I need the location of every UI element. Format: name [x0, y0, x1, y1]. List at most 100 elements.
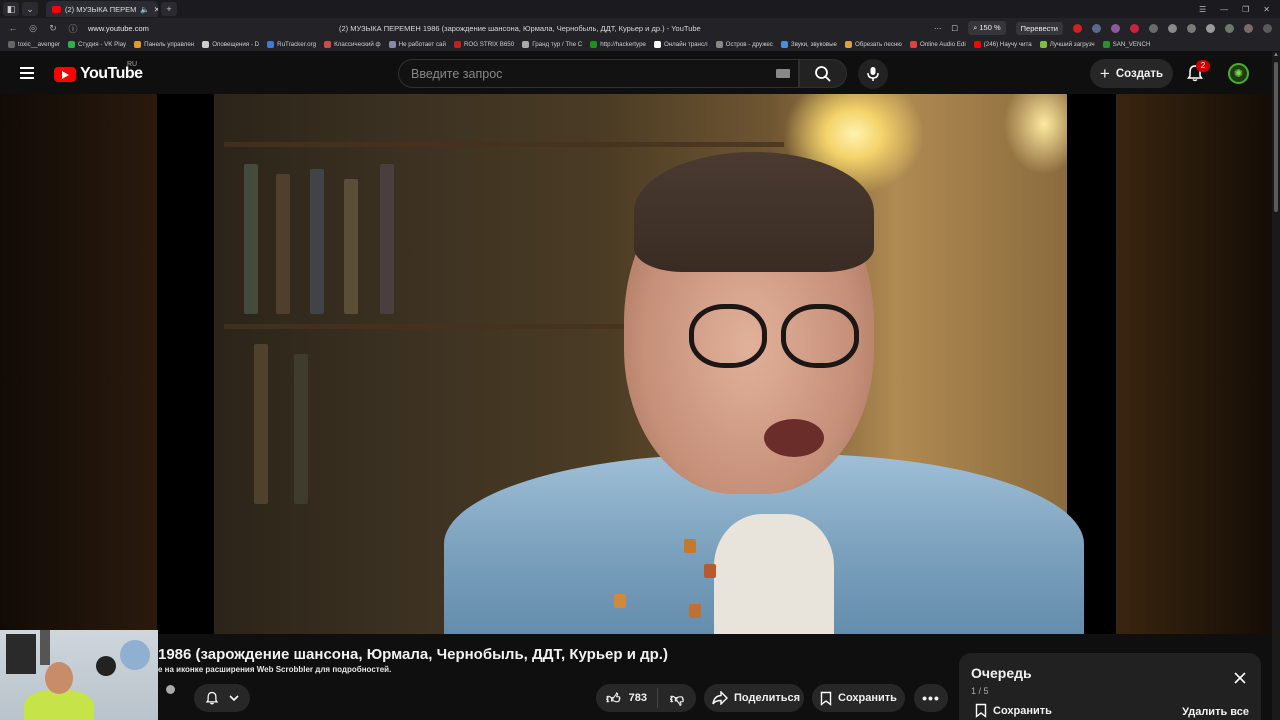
bookmark-item[interactable]: toxic__avenger [8, 41, 60, 48]
bookmark-icon [975, 703, 987, 718]
book [294, 354, 308, 504]
bookmark-item[interactable]: Online Audio Edi [909, 41, 966, 48]
reload-icon[interactable]: ↻ [46, 23, 60, 34]
minimize-icon[interactable]: — [1220, 5, 1228, 14]
bookmark-label: Обрезать песню [854, 41, 902, 48]
extensions-shield-icon[interactable]: ◎ [26, 23, 40, 34]
share-button[interactable]: Поделиться [704, 684, 804, 712]
save-button[interactable]: Сохранить [812, 684, 905, 712]
tab-list-chevron-icon[interactable]: ⌄ [22, 2, 38, 16]
bookmark-label: Онлайн трансл [663, 41, 708, 48]
sidebar-toggle-icon[interactable]: ◧ [3, 2, 19, 16]
webcam-decoration [120, 640, 150, 670]
more-horizontal-icon: ••• [922, 690, 940, 706]
bookmark-label: Оповещения - D [212, 41, 260, 48]
video-player[interactable] [0, 94, 1280, 634]
bookmark-item[interactable]: SAN_VENCH [1102, 41, 1150, 48]
book [310, 169, 324, 314]
bookmark-page-icon[interactable]: ☐ [951, 24, 958, 33]
bookmark-label: Лучший загрузч [1049, 41, 1095, 48]
scrobbler-note: е на иконке расширения Web Scrobbler для… [158, 665, 392, 674]
bookmark-label: RuTracker.org [277, 41, 317, 48]
zoom-indicator[interactable]: ⌕ 150 % [968, 21, 1006, 35]
bookmark-item[interactable]: Студия - VK Play [67, 41, 127, 48]
like-count: 783 [628, 692, 647, 704]
create-button[interactable]: + Создать [1090, 59, 1173, 88]
extensions-puzzle-icon[interactable] [1225, 23, 1234, 33]
bookmark-item[interactable]: Оповещения - D [202, 41, 259, 48]
extension-bulb-icon[interactable] [1187, 23, 1196, 33]
bookmark-item[interactable]: Обрезать песню [844, 41, 902, 48]
book [276, 174, 290, 314]
extension-shield-icon[interactable] [1111, 23, 1120, 33]
like-button[interactable]: 👍︎ 783 [596, 688, 658, 708]
extension-settings-icon[interactable] [1206, 23, 1215, 33]
person-glasses [689, 304, 864, 374]
subscription-notifications-button[interactable] [194, 684, 250, 712]
queue-save-button[interactable]: Сохранить [975, 703, 1052, 718]
search-input[interactable]: Введите запрос [398, 59, 799, 88]
bookmark-item[interactable]: Панель управлен [134, 41, 194, 48]
scroll-up-icon[interactable]: ▲ [1273, 52, 1279, 58]
download-icon[interactable] [1263, 23, 1272, 33]
video-frame [214, 94, 1084, 634]
share-page-icon[interactable] [1244, 23, 1253, 33]
plus-icon: + [1099, 63, 1110, 83]
extension-generic-icon[interactable] [1149, 23, 1158, 33]
bookmark-item[interactable]: http://hackertype [590, 41, 646, 48]
queue-save-label: Сохранить [993, 704, 1052, 717]
close-icon[interactable] [1233, 671, 1247, 685]
more-actions-button[interactable]: ••• [914, 684, 948, 712]
create-label: Создать [1115, 67, 1164, 80]
extension-clock-icon[interactable] [1168, 23, 1177, 33]
notification-badge: 2 [1196, 60, 1210, 72]
bookmark-label: Гранд тур / The C [532, 41, 583, 48]
bookmark-item[interactable]: RuTracker.org [267, 41, 316, 48]
queue-panel: Очередь 1 / 5 Сохранить Удалить все [959, 653, 1261, 720]
extension-grid-icon[interactable] [1092, 23, 1101, 33]
browser-menu-icon[interactable]: ☰ [1199, 5, 1206, 14]
bookmark-item[interactable]: Онлайн трансл [653, 41, 708, 48]
bookmark-label: (246) Научу чита [983, 41, 1032, 48]
avatar-emblem-icon: ✺ [1233, 68, 1244, 80]
tab-close-icon[interactable]: ✕ [154, 5, 158, 14]
browser-tab-youtube[interactable]: (2) МУЗЫКА ПЕРЕМ 🔈 ✕ [46, 1, 158, 17]
save-label: Сохранить [838, 692, 897, 704]
more-options-icon[interactable]: ⋯ [934, 24, 942, 33]
bookmarks-bar: toxic__avenger Студия - VK Play Панель упр… [0, 38, 1280, 52]
audio-playing-icon[interactable]: 🔈 [140, 5, 149, 14]
search-button[interactable] [799, 59, 847, 88]
address-bar: ← ◎ ↻ ⓘ www.youtube.com (2) МУЗЫКА ПЕРЕМ… [0, 18, 1280, 38]
bookmark-item[interactable]: (246) Научу чита [973, 41, 1032, 48]
new-tab-button[interactable]: + [161, 2, 177, 16]
restore-icon[interactable]: ❐ [1242, 5, 1249, 14]
extension-scrobbler-icon[interactable] [1130, 23, 1139, 33]
bookmark-icon [820, 691, 832, 706]
bookmark-item[interactable]: Лучший загрузч [1039, 41, 1095, 48]
back-icon[interactable]: ← [6, 23, 20, 33]
extension-red-icon[interactable] [1073, 23, 1082, 33]
bookmark-favicon-icon [267, 41, 275, 48]
bookmark-label: Студия - VK Play [77, 41, 127, 48]
bookmark-item[interactable]: Гранд тур / The C [522, 41, 582, 48]
bookmark-label: http://hackertype [600, 41, 646, 48]
queue-remove-all-button[interactable]: Удалить все [1182, 706, 1249, 718]
person-hair [634, 152, 874, 272]
bookmark-label: Классический ф [334, 41, 381, 48]
site-info-icon[interactable]: ⓘ [66, 22, 80, 35]
dislike-button[interactable]: 👎︎ [658, 690, 696, 707]
voice-search-button[interactable] [858, 59, 888, 89]
bookmark-item[interactable]: ROG STRIX B650 [453, 41, 514, 48]
bookmark-item[interactable]: Классический ф [324, 41, 381, 48]
scrollbar-thumb[interactable] [1274, 62, 1278, 212]
page-scrollbar[interactable]: ▲ [1272, 52, 1280, 720]
account-avatar[interactable]: ✺ [1228, 63, 1249, 84]
window-close-icon[interactable]: ✕ [1263, 5, 1270, 14]
menu-icon[interactable] [20, 67, 34, 79]
bookmark-item[interactable]: Звуки, звуковые [780, 41, 837, 48]
bookmark-item[interactable]: Остров - дружес [715, 41, 773, 48]
url-field[interactable]: www.youtube.com [88, 24, 149, 33]
translate-button[interactable]: Перевести [1015, 21, 1063, 35]
keyboard-icon[interactable] [776, 69, 790, 78]
bookmark-item[interactable]: Не работает сай [388, 41, 446, 48]
